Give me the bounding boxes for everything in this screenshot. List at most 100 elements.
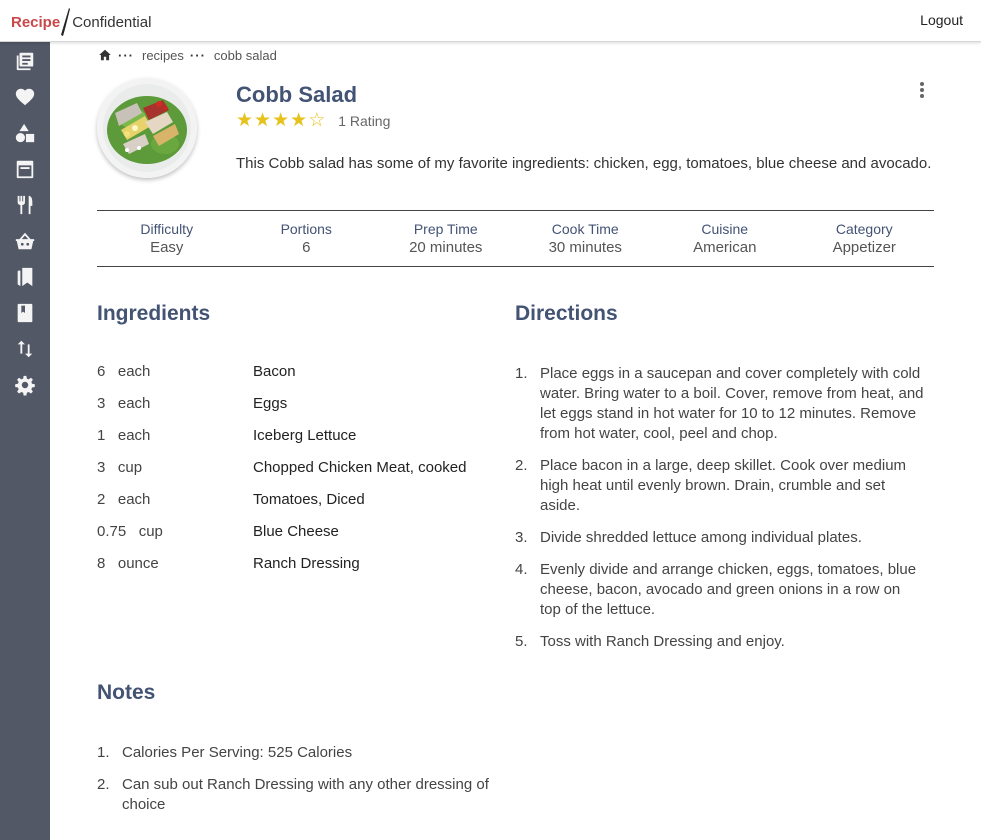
meta-value: American [693, 239, 757, 256]
ingredient-unit: ounce [117, 555, 159, 572]
ingredient-quantity: 3 each [97, 395, 150, 412]
star-filled-icon[interactable]: ★ [254, 111, 271, 131]
note-text: Can sub out Ranch Dressing with any othe… [122, 776, 489, 813]
meta-category: Category Appetizer [795, 211, 935, 266]
utensils-icon[interactable] [13, 193, 37, 217]
ingredients-heading: Ingredients [97, 302, 211, 325]
ingredient-quantity: 8 ounce [97, 555, 159, 572]
list-item: 1 each Iceberg Lettuce [97, 427, 497, 459]
star-filled-icon[interactable]: ★ [290, 111, 307, 131]
recipe-description: This Cobb salad has some of my favorite … [236, 155, 932, 172]
star-filled-icon[interactable]: ★ [272, 111, 289, 131]
meta-value: 6 [302, 239, 311, 256]
direction-step: 2. Place bacon in a large, deep skillet.… [515, 456, 925, 516]
ingredient-amount: 2 [97, 491, 106, 508]
meta-value: 30 minutes [548, 239, 622, 256]
note-item: 2. Can sub out Ranch Dressing with any o… [97, 775, 497, 815]
meta-label: Prep Time [413, 221, 478, 237]
step-text: Place bacon in a large, deep skillet. Co… [540, 457, 907, 514]
step-text: Place eggs in a saucepan and cover compl… [540, 365, 924, 442]
ingredient-name: Eggs [253, 395, 288, 412]
shapes-icon[interactable] [13, 121, 37, 145]
knife-icon [61, 7, 71, 37]
meta-cuisine: Cuisine American [655, 211, 795, 266]
step-number: 5. [515, 633, 528, 650]
star-filled-icon[interactable]: ★ [236, 111, 253, 131]
list-item: 8 ounce Ranch Dressing [97, 555, 497, 587]
direction-step: 5. Toss with Ranch Dressing and enjoy. [515, 632, 925, 652]
ingredient-amount: 0.75 [97, 523, 127, 540]
meta-label: Portions [280, 221, 332, 237]
step-number: 4. [515, 561, 528, 578]
meta-label: Cuisine [701, 221, 749, 237]
step-number: 3. [515, 529, 528, 546]
breadcrumb-item-current: cobb salad [213, 47, 277, 63]
ingredient-quantity: 1 each [97, 427, 150, 444]
ingredient-amount: 3 [97, 395, 106, 412]
brand-logo[interactable]: Recipe Confidential [11, 7, 152, 37]
sidebar [0, 42, 50, 840]
notes-list: 1. Calories Per Serving: 525 Calories 2.… [97, 743, 497, 827]
ingredient-name: Tomatoes, Diced [253, 491, 365, 508]
heart-icon[interactable] [13, 85, 37, 109]
ingredient-amount: 8 [97, 555, 106, 572]
step-text: Evenly divide and arrange chicken, eggs,… [540, 561, 917, 618]
calendar-icon[interactable] [13, 157, 37, 181]
star-empty-icon[interactable]: ☆ [308, 111, 325, 131]
ingredients-list: 6 each Bacon 3 each Eggs 1 each Iceberg … [97, 363, 497, 587]
meta-label: Category [835, 221, 893, 237]
recipes-list-icon[interactable] [13, 49, 37, 73]
step-text: Divide shredded lettuce among individual… [540, 529, 862, 546]
ingredient-name: Ranch Dressing [253, 555, 360, 572]
more-options-icon[interactable] [912, 80, 932, 102]
ingredient-unit: each [117, 363, 151, 380]
brand-recipe-text: Recipe [11, 13, 61, 31]
meta-difficulty: Difficulty Easy [97, 211, 237, 266]
ingredient-name: Iceberg Lettuce [253, 427, 357, 444]
breadcrumb-item-recipes[interactable]: recipes [142, 48, 184, 63]
directions-list: 1. Place eggs in a saucepan and cover co… [515, 364, 925, 664]
recipe-image [97, 78, 197, 178]
ingredient-name: Blue Cheese [253, 523, 339, 540]
breadcrumb: ··· recipes ··· cobb salad [98, 46, 277, 64]
ingredient-amount: 6 [97, 363, 106, 380]
book-icon[interactable] [13, 301, 37, 325]
star-rating[interactable]: ★ ★ ★ ★ ☆ 1 Rating [236, 111, 390, 131]
brand-confidential-text: Confidential [72, 13, 152, 31]
rating-count: 1 Rating [338, 113, 391, 129]
ingredient-unit: cup [138, 523, 163, 540]
step-text: Toss with Ranch Dressing and enjoy. [540, 633, 785, 650]
directions-heading: Directions [515, 302, 618, 325]
meta-portions: Portions 6 [237, 211, 377, 266]
ingredient-unit: each [117, 491, 151, 508]
sort-arrows-icon[interactable] [13, 337, 37, 361]
logout-button[interactable]: Logout [920, 12, 963, 28]
ingredient-unit: each [117, 427, 151, 444]
breadcrumb-separator: ··· [189, 47, 206, 63]
shopping-basket-icon[interactable] [13, 229, 37, 253]
list-item: 0.75 cup Blue Cheese [97, 523, 497, 555]
meta-label: Difficulty [140, 221, 194, 237]
home-icon[interactable] [98, 48, 112, 62]
meta-value: Easy [150, 239, 184, 256]
meta-prep-time: Prep Time 20 minutes [376, 211, 516, 266]
direction-step: 3. Divide shredded lettuce among individ… [515, 528, 925, 548]
meta-value: Appetizer [832, 239, 896, 256]
ingredient-amount: 1 [97, 427, 106, 444]
ingredient-quantity: 3 cup [97, 459, 142, 476]
note-item: 1. Calories Per Serving: 525 Calories [97, 743, 497, 763]
direction-step: 1. Place eggs in a saucepan and cover co… [515, 364, 925, 444]
note-text: Calories Per Serving: 525 Calories [122, 744, 353, 761]
meta-cook-time: Cook Time 30 minutes [516, 211, 656, 266]
note-number: 1. [97, 744, 110, 761]
notes-heading: Notes [97, 681, 156, 704]
gear-icon[interactable] [13, 373, 37, 397]
ingredient-unit: each [117, 395, 151, 412]
note-number: 2. [97, 776, 110, 793]
ingredient-unit: cup [117, 459, 143, 476]
ingredient-quantity: 6 each [97, 363, 150, 380]
bookmarks-icon[interactable] [13, 265, 37, 289]
ingredient-quantity: 2 each [97, 491, 150, 508]
direction-step: 4. Evenly divide and arrange chicken, eg… [515, 560, 925, 620]
meta-label: Cook Time [551, 221, 619, 237]
